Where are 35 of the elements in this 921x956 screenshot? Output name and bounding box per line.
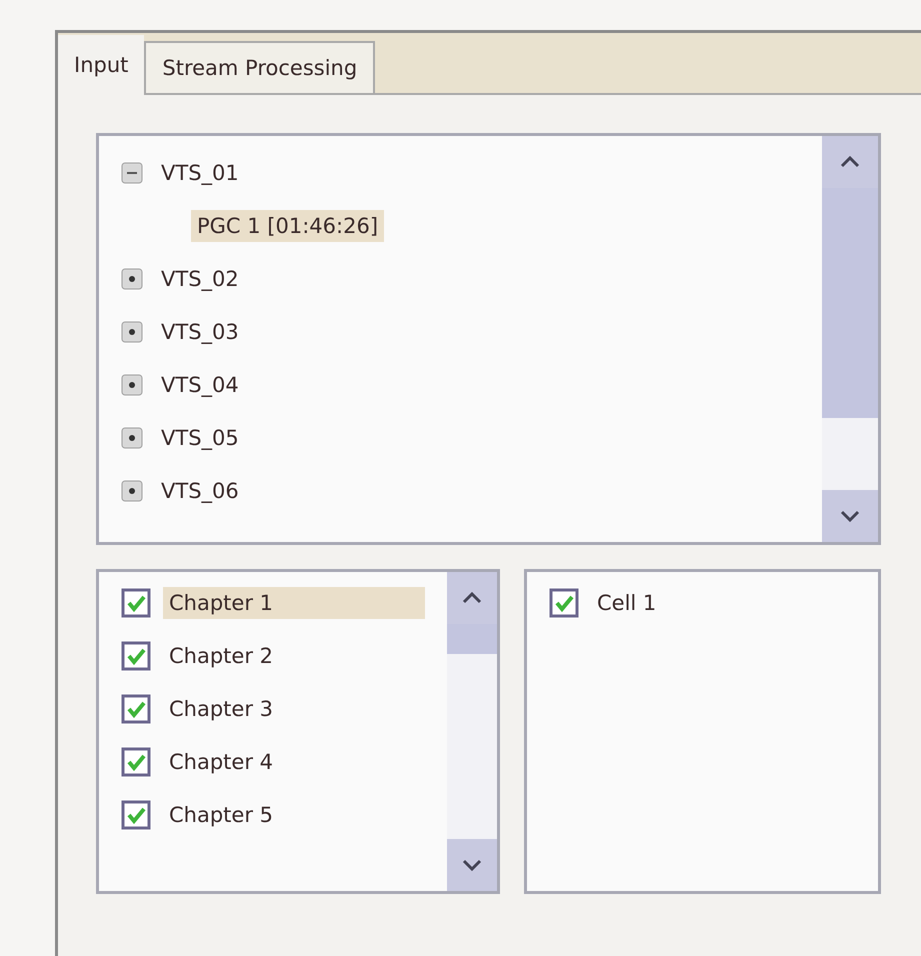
scroll-up-icon[interactable] xyxy=(447,572,497,624)
expand-icon[interactable] xyxy=(121,374,143,396)
list-item[interactable]: Chapter 1 xyxy=(163,586,425,618)
tree-item[interactable]: VTS_04 xyxy=(155,368,245,400)
scroll-thumb[interactable] xyxy=(822,188,878,418)
tree-item[interactable]: VTS_01 xyxy=(155,156,245,188)
tree-item[interactable]: PGC 1 [01:46:26] xyxy=(191,210,384,242)
expand-icon[interactable] xyxy=(121,480,143,502)
scrollbar[interactable] xyxy=(447,572,497,891)
expand-icon[interactable] xyxy=(121,268,143,290)
checkbox[interactable] xyxy=(549,588,579,618)
collapse-icon[interactable] xyxy=(121,162,143,184)
tree-item[interactable]: VTS_02 xyxy=(155,262,245,294)
tree-item[interactable]: VTS_03 xyxy=(155,316,245,348)
scrollbar[interactable] xyxy=(822,136,878,542)
checkbox[interactable] xyxy=(121,588,151,618)
tab[interactable]: Input xyxy=(58,35,144,95)
tab[interactable]: Stream Processing xyxy=(144,41,376,93)
checkbox[interactable] xyxy=(121,640,151,670)
checkbox[interactable] xyxy=(121,694,151,724)
scroll-thumb[interactable] xyxy=(447,624,497,654)
list-item[interactable]: Chapter 5 xyxy=(163,798,425,830)
tree-item[interactable]: VTS_05 xyxy=(155,422,245,454)
expand-icon[interactable] xyxy=(121,320,143,342)
checkbox[interactable] xyxy=(121,746,151,776)
tree-item[interactable]: VTS_06 xyxy=(155,474,245,506)
expand-icon[interactable] xyxy=(121,426,143,448)
list-item[interactable]: Chapter 2 xyxy=(163,640,425,672)
scroll-down-icon[interactable] xyxy=(447,839,497,891)
list-item[interactable]: Cell 1 xyxy=(591,586,662,618)
scroll-down-icon[interactable] xyxy=(822,490,878,542)
list-item[interactable]: Chapter 3 xyxy=(163,692,425,724)
scroll-up-icon[interactable] xyxy=(822,136,878,188)
checkbox[interactable] xyxy=(121,800,151,830)
list-item[interactable]: Chapter 4 xyxy=(163,746,425,778)
